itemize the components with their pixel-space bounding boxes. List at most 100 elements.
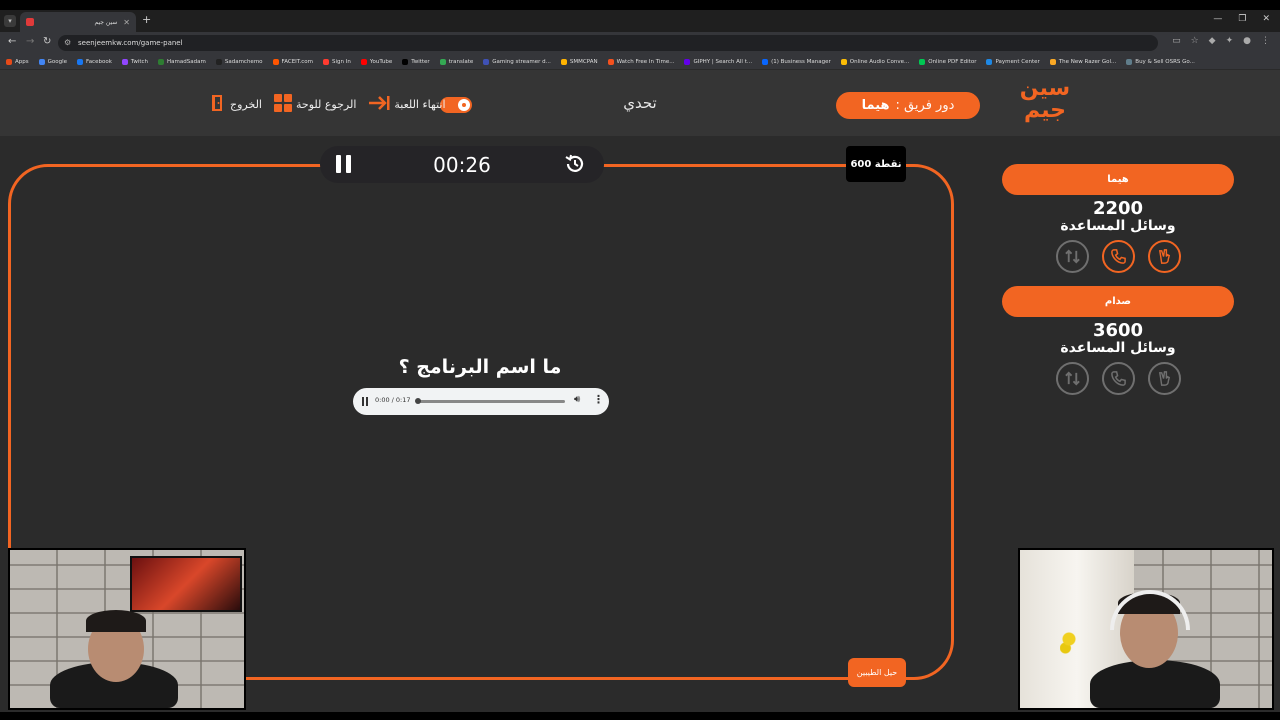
bookmark-item[interactable]: Twitter [402,58,430,65]
exit-label: الخروج [230,97,262,111]
bookmark-favicon-icon [560,58,567,65]
audio-seek-bar[interactable] [417,400,565,403]
bookmark-favicon-icon [158,58,165,65]
bookmark-favicon-icon [402,58,409,65]
question-points-badge: 600 نقطة [846,146,906,182]
bookmark-label: YouTube [369,58,393,65]
bookmark-favicon-icon [840,58,847,65]
bookmark-item[interactable]: YouTube [360,58,393,65]
swap-lifeline-icon[interactable] [1055,362,1089,395]
bookmark-item[interactable]: Watch Free In Time... [607,58,674,65]
lifelines [1002,362,1234,395]
exit-button[interactable]: الخروج [210,94,262,115]
header-nav: الخروج الرجوع للوحة انتهاء اللعبة [210,93,446,115]
tab-search-icon[interactable]: ▾ [4,15,16,27]
minimize-icon[interactable]: — [1213,14,1222,24]
bookmark-item[interactable]: Buy & Sell OSRS Go... [1126,58,1195,65]
bookmark-favicon-icon [121,58,128,65]
browser-tab[interactable]: سين جيم ✕ [20,12,136,32]
back-to-board-button[interactable]: الرجوع للوحة [274,93,357,115]
bookmark-item[interactable]: Payment Center [986,58,1040,65]
install-icon[interactable]: ▭ [1172,36,1181,46]
bookmark-label: Google [47,58,68,65]
bookmark-item[interactable]: Online Audio Conve... [840,58,910,65]
bookmark-item[interactable]: Online PDF Editor [919,58,976,65]
turn-prefix: دور فريق : [895,98,955,113]
audio-pause-icon[interactable] [362,397,368,406]
two-answers-lifeline-icon[interactable] [1147,362,1181,395]
end-game-button[interactable]: انتهاء اللعبة [368,95,446,114]
bookmark-item[interactable]: Twitch [121,58,148,65]
toolbar-actions: ▭ ☆ ◆ ✦ ● ⋮ [1172,36,1270,46]
screen-top-border [0,0,1280,10]
puzzle-icon[interactable]: ✦ [1226,36,1234,46]
bookmark-label: HamadSadam [167,58,206,65]
close-window-icon[interactable]: ✕ [1262,14,1270,24]
bookmark-label: Sign In [332,58,351,65]
bookmark-item[interactable]: HamadSadam [158,58,206,65]
url-text: seenjeemkw.com/game-panel [78,39,183,47]
restore-icon[interactable]: ❐ [1238,14,1246,24]
bookmark-star-icon[interactable]: ☆ [1191,36,1199,46]
bookmark-item[interactable]: Sadamchemo [215,58,263,65]
browser-tabbar: ▾ سين جيم ✕ + — ❐ ✕ [0,10,1280,32]
bookmark-label: Buy & Sell OSRS Go... [1135,58,1195,65]
lifelines [1002,240,1234,273]
team-score: 3600 [1092,320,1144,341]
team-panel-1: هيما 2200 وسائل المساعدة [1002,164,1234,273]
swap-lifeline-icon[interactable] [1055,240,1089,273]
volume-icon[interactable]: 🔊︎ [574,394,580,405]
bookmark-label: Online Audio Conve... [849,58,910,65]
site-info-icon[interactable]: ⚙ [64,35,71,51]
back-to-board-label: الرجوع للوحة [296,97,357,111]
bookmark-favicon-icon [762,58,769,65]
bookmark-label: The New Razer Gol... [1058,58,1117,65]
bookmark-item[interactable]: (1) Business Manager [762,58,831,65]
help-button[interactable]: حيل الطيبين [848,658,906,687]
audio-player[interactable]: 0:00 / 0:17 🔊︎ ⋮ [353,388,609,415]
back-icon[interactable]: ← [8,36,16,47]
close-tab-icon[interactable]: ✕ [123,18,130,27]
audio-more-icon[interactable]: ⋮ [593,393,604,406]
bookmark-item[interactable]: Sign In [323,58,351,65]
window-controls: — ❐ ✕ [1213,14,1270,24]
fireplace-tv [130,556,242,612]
address-bar[interactable]: ⚙ seenjeemkw.com/game-panel [58,35,1158,51]
team-name: هيما [1002,164,1234,195]
site-header: سين جيم دور فريق : هيما تحدي الخروج الرجو… [0,70,1280,136]
bookmark-item[interactable]: translate [439,58,473,65]
reload-icon[interactable]: ↻ [43,36,51,47]
extensions-icon[interactable]: ◆ [1209,36,1216,46]
toggle-knob [458,99,470,111]
bookmark-item[interactable]: GIPHY | Search All t... [684,58,752,65]
call-lifeline-icon[interactable] [1101,362,1135,395]
bookmark-favicon-icon [684,58,691,65]
bookmark-item[interactable]: Gaming streamer d... [483,58,551,65]
site-logo[interactable]: سين جيم [1016,78,1074,130]
menu-icon[interactable]: ⋮ [1261,36,1270,46]
reset-timer-icon[interactable] [564,153,586,175]
bookmark-item[interactable]: Google [38,58,68,65]
current-turn-badge: دور فريق : هيما [836,92,980,119]
bookmark-item[interactable]: Apps [6,58,29,65]
bookmark-item[interactable]: SMMCPAN [560,58,598,65]
team-score: 2200 [1092,198,1144,219]
audio-seek-thumb[interactable] [415,398,421,404]
webcam-left [8,548,246,710]
bookmark-item[interactable]: The New Razer Gol... [1049,58,1117,65]
forward-icon[interactable]: → [26,36,34,47]
two-answers-lifeline-icon[interactable] [1147,240,1181,273]
bookmark-label: Gaming streamer d... [492,58,551,65]
bookmark-favicon-icon [38,58,45,65]
bookmark-favicon-icon [607,58,614,65]
profile-icon[interactable]: ● [1243,36,1251,46]
bookmark-item[interactable]: FACEIT.com [272,58,313,65]
bookmark-label: Sadamchemo [224,58,263,65]
end-game-label: انتهاء اللعبة [394,97,446,111]
bookmark-favicon-icon [6,58,12,65]
team-name: صدام [1002,286,1234,317]
game-mode-title: تحدي [623,94,657,112]
bookmark-item[interactable]: Facebook [77,58,112,65]
new-tab-icon[interactable]: + [142,13,151,26]
call-lifeline-icon[interactable] [1101,240,1135,273]
